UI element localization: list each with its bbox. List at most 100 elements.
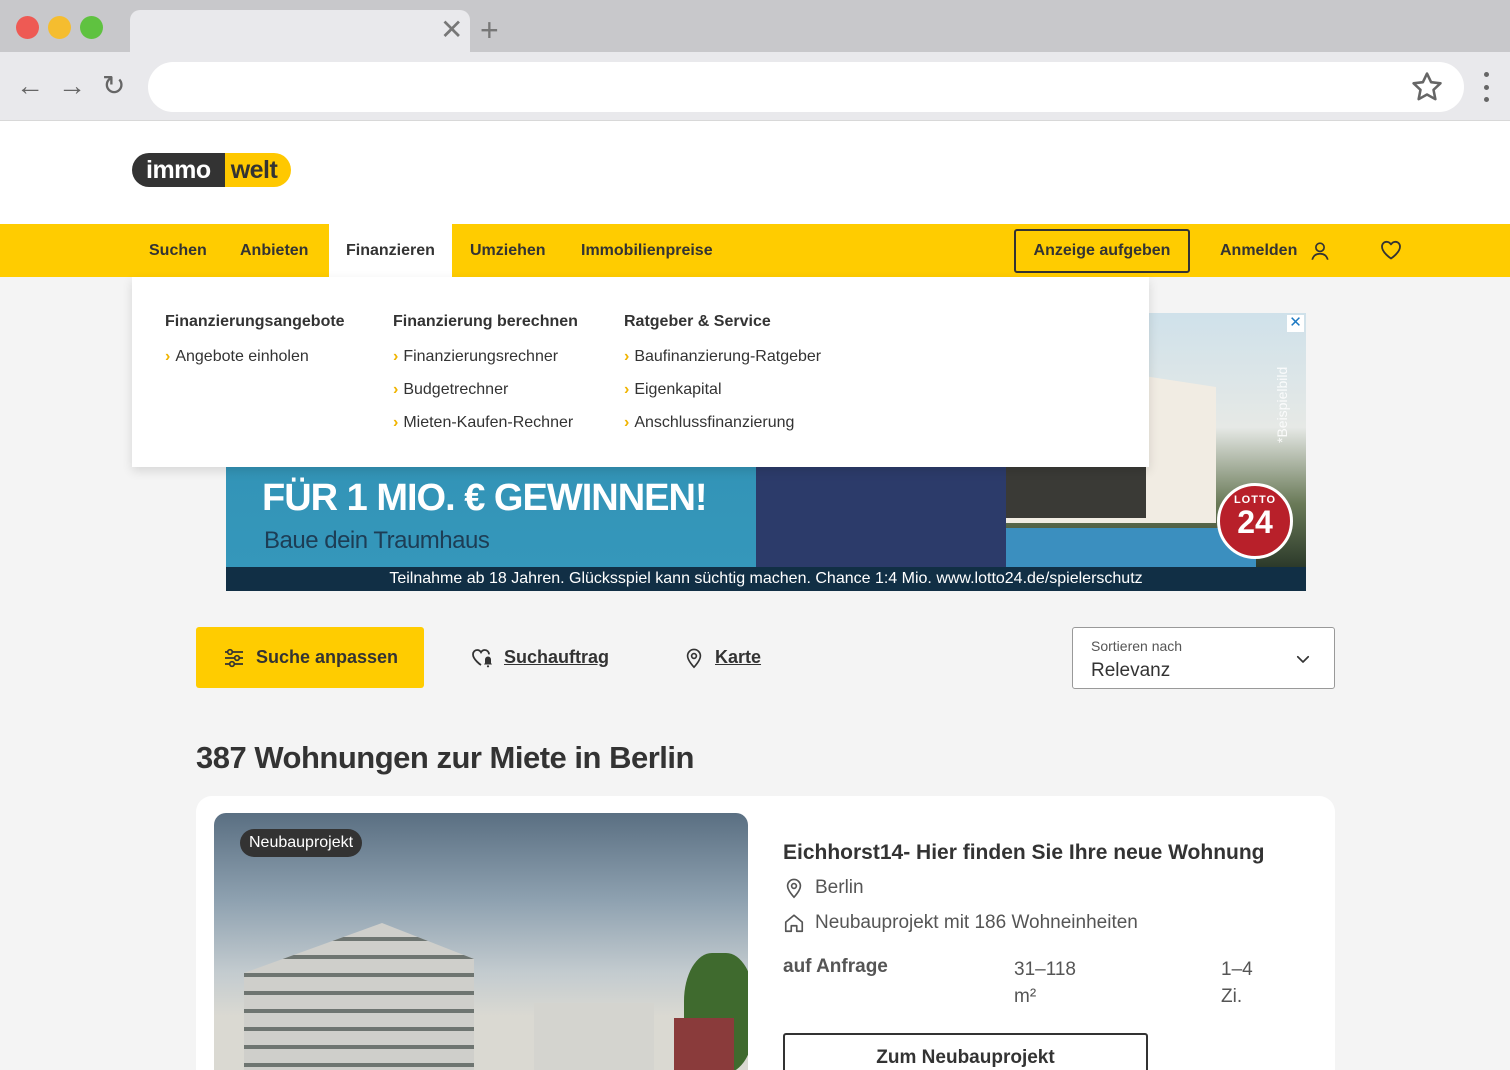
listing-area-value: 31–118 <box>1014 959 1076 980</box>
adjust-search-button[interactable]: Suche anpassen <box>196 627 424 688</box>
ad-headline: FÜR 1 MIO. € GEWINNEN! <box>262 477 708 519</box>
browser-tab[interactable] <box>130 10 470 52</box>
dropdown-column-title: Ratgeber & Service <box>624 313 771 330</box>
ad-disclaimer: Teilnahme ab 18 Jahren. Glücksspiel kann… <box>226 567 1306 591</box>
browser-menu-icon[interactable] <box>1478 72 1494 102</box>
dropdown-link-label: Budgetrechner <box>403 381 509 398</box>
ad-subline: Baue dein Traumhaus <box>264 527 490 554</box>
listing-rooms: 1–4 Zi. <box>1221 956 1253 1010</box>
listing-location: Berlin <box>783 876 864 900</box>
lotto-logo-number: 24 <box>1237 504 1273 540</box>
login-label: Anmelden <box>1220 241 1298 259</box>
dropdown-column-ratgeber: Ratgeber & Service › Baufinanzierung-Ratg… <box>624 313 821 446</box>
map-label: Karte <box>715 647 762 667</box>
adjust-search-label: Suche anpassen <box>255 647 399 667</box>
search-order-label: Suchauftrag <box>504 647 610 667</box>
chevron-right-icon: › <box>393 381 399 398</box>
listing-type-text: Neubauprojekt mit 186 Wohneinheiten <box>815 912 1138 933</box>
nav-item-umziehen[interactable]: Umziehen <box>470 224 546 277</box>
user-icon <box>1311 241 1329 260</box>
dropdown-link-baufinanzierung-ratgeber[interactable]: › Baufinanzierung-Ratgeber <box>624 347 821 367</box>
search-order-button[interactable]: Suchauftrag <box>470 627 609 688</box>
house-icon <box>784 914 804 933</box>
ad-close-icon[interactable]: ✕ <box>1287 315 1304 332</box>
dropdown-link-mieten-kaufen-rechner[interactable]: › Mieten-Kaufen-Rechner <box>393 413 578 433</box>
nav-item-finanzieren[interactable]: Finanzieren <box>329 224 452 277</box>
listing-price: auf Anfrage <box>783 956 888 977</box>
forward-icon[interactable]: → <box>58 68 86 104</box>
to-project-button[interactable]: Zum Neubauprojekt <box>783 1033 1148 1070</box>
listing-building-brick <box>674 1018 734 1070</box>
logo-welt: welt <box>220 153 292 187</box>
dropdown-link-label: Baufinanzierung-Ratgeber <box>634 348 822 365</box>
tab-close-icon[interactable]: ✕ <box>440 14 463 46</box>
finanzieren-dropdown-menu: Finanzierungsangebote › Angebote einholen… <box>132 277 1149 467</box>
nav-item-immobilienpreise[interactable]: Immobilienpreise <box>581 224 713 277</box>
dropdown-link-label: Mieten-Kaufen-Rechner <box>403 414 574 431</box>
favorites-heart-icon[interactable] <box>1379 238 1403 262</box>
dropdown-link-label: Eigenkapital <box>634 381 722 398</box>
new-tab-button[interactable]: + <box>480 12 499 48</box>
dropdown-link-finanzierungsrechner[interactable]: › Finanzierungsrechner <box>393 347 578 367</box>
map-button[interactable]: Karte <box>683 627 761 688</box>
dropdown-column-title: Finanzierungsangebote <box>165 313 345 330</box>
chevron-right-icon: › <box>393 414 399 431</box>
dropdown-column-title: Finanzierung berechnen <box>393 313 578 330</box>
sort-select-label: Sortieren nach <box>1091 638 1183 654</box>
chevron-right-icon: › <box>624 348 630 365</box>
results-heading: 387 Wohnungen zur Miete in Berlin <box>196 740 694 775</box>
post-ad-button[interactable]: Anzeige aufgeben <box>1014 229 1190 273</box>
maximize-window-button[interactable] <box>80 16 103 39</box>
chevron-right-icon: › <box>165 348 171 365</box>
dropdown-link-label: Finanzierungsrechner <box>403 348 559 365</box>
site-header: immo welt <box>0 121 1510 224</box>
nav-item-suchen[interactable]: Suchen <box>149 224 207 277</box>
close-window-button[interactable] <box>16 16 39 39</box>
nav-item-anbieten[interactable]: Anbieten <box>240 224 308 277</box>
reload-icon[interactable]: ↻ <box>102 68 125 104</box>
browser-tab-strip: ✕ + <box>0 0 1510 52</box>
listing-card[interactable]: Neubauprojekt Eichhorst14- Hier finden S… <box>196 796 1335 1070</box>
new-project-badge: Neubauprojekt <box>240 829 363 857</box>
lotto24-logo: LOTTO 24 <box>1217 483 1293 559</box>
dropdown-link-angebote-einholen[interactable]: › Angebote einholen <box>165 347 345 367</box>
filter-sliders-icon <box>224 648 243 667</box>
sort-select[interactable]: Sortieren nach Relevanz <box>1072 627 1335 689</box>
browser-toolbar: ← → ↻ <box>0 52 1510 121</box>
dropdown-link-label: Angebote einholen <box>175 348 309 365</box>
ad-person-image <box>756 463 1006 567</box>
chevron-right-icon: › <box>624 414 630 431</box>
dropdown-link-budgetrechner[interactable]: › Budgetrechner <box>393 380 578 400</box>
back-icon[interactable]: ← <box>16 68 44 104</box>
immowelt-logo[interactable]: immo welt <box>132 153 292 187</box>
listing-location-text: Berlin <box>815 877 864 898</box>
sort-select-value: Relevanz <box>1091 660 1171 681</box>
listing-area: 31–118 m² <box>1014 956 1076 1010</box>
bookmark-star-icon[interactable] <box>1410 70 1444 104</box>
dropdown-column-berechnen: Finanzierung berechnen › Finanzierungsrec… <box>393 313 578 446</box>
chevron-right-icon: › <box>624 381 630 398</box>
listing-image[interactable]: Neubauprojekt <box>214 813 748 1070</box>
listing-title[interactable]: Eichhorst14- Hier finden Sie Ihre neue W… <box>783 841 1265 865</box>
listing-rooms-unit: Zi. <box>1221 986 1243 1007</box>
chevron-right-icon: › <box>393 348 399 365</box>
dropdown-column-angebote: Finanzierungsangebote › Angebote einholen <box>165 313 345 380</box>
listing-building-balconies <box>244 923 474 1070</box>
login-button[interactable]: Anmelden <box>1220 224 1331 277</box>
listing-type: Neubauprojekt mit 186 Wohneinheiten <box>783 911 1138 935</box>
listing-building-secondary <box>534 1003 654 1070</box>
heart-bell-icon <box>472 648 492 667</box>
address-bar[interactable] <box>148 62 1464 112</box>
minimize-window-button[interactable] <box>48 16 71 39</box>
listing-area-unit: m² <box>1014 986 1037 1007</box>
dropdown-link-label: Anschlussfinanzierung <box>634 414 795 431</box>
map-pin-icon <box>686 648 702 668</box>
dropdown-link-anschlussfinanzierung[interactable]: › Anschlussfinanzierung <box>624 413 821 433</box>
chevron-down-icon <box>1296 655 1310 663</box>
logo-immo: immo <box>132 153 225 187</box>
listing-rooms-value: 1–4 <box>1221 959 1253 980</box>
location-pin-icon <box>786 878 802 899</box>
main-navigation: Suchen Anbieten Finanzieren Umziehen Imm… <box>0 224 1510 277</box>
ad-sample-image-note: *Beispielbild <box>1274 366 1290 443</box>
dropdown-link-eigenkapital[interactable]: › Eigenkapital <box>624 380 821 400</box>
